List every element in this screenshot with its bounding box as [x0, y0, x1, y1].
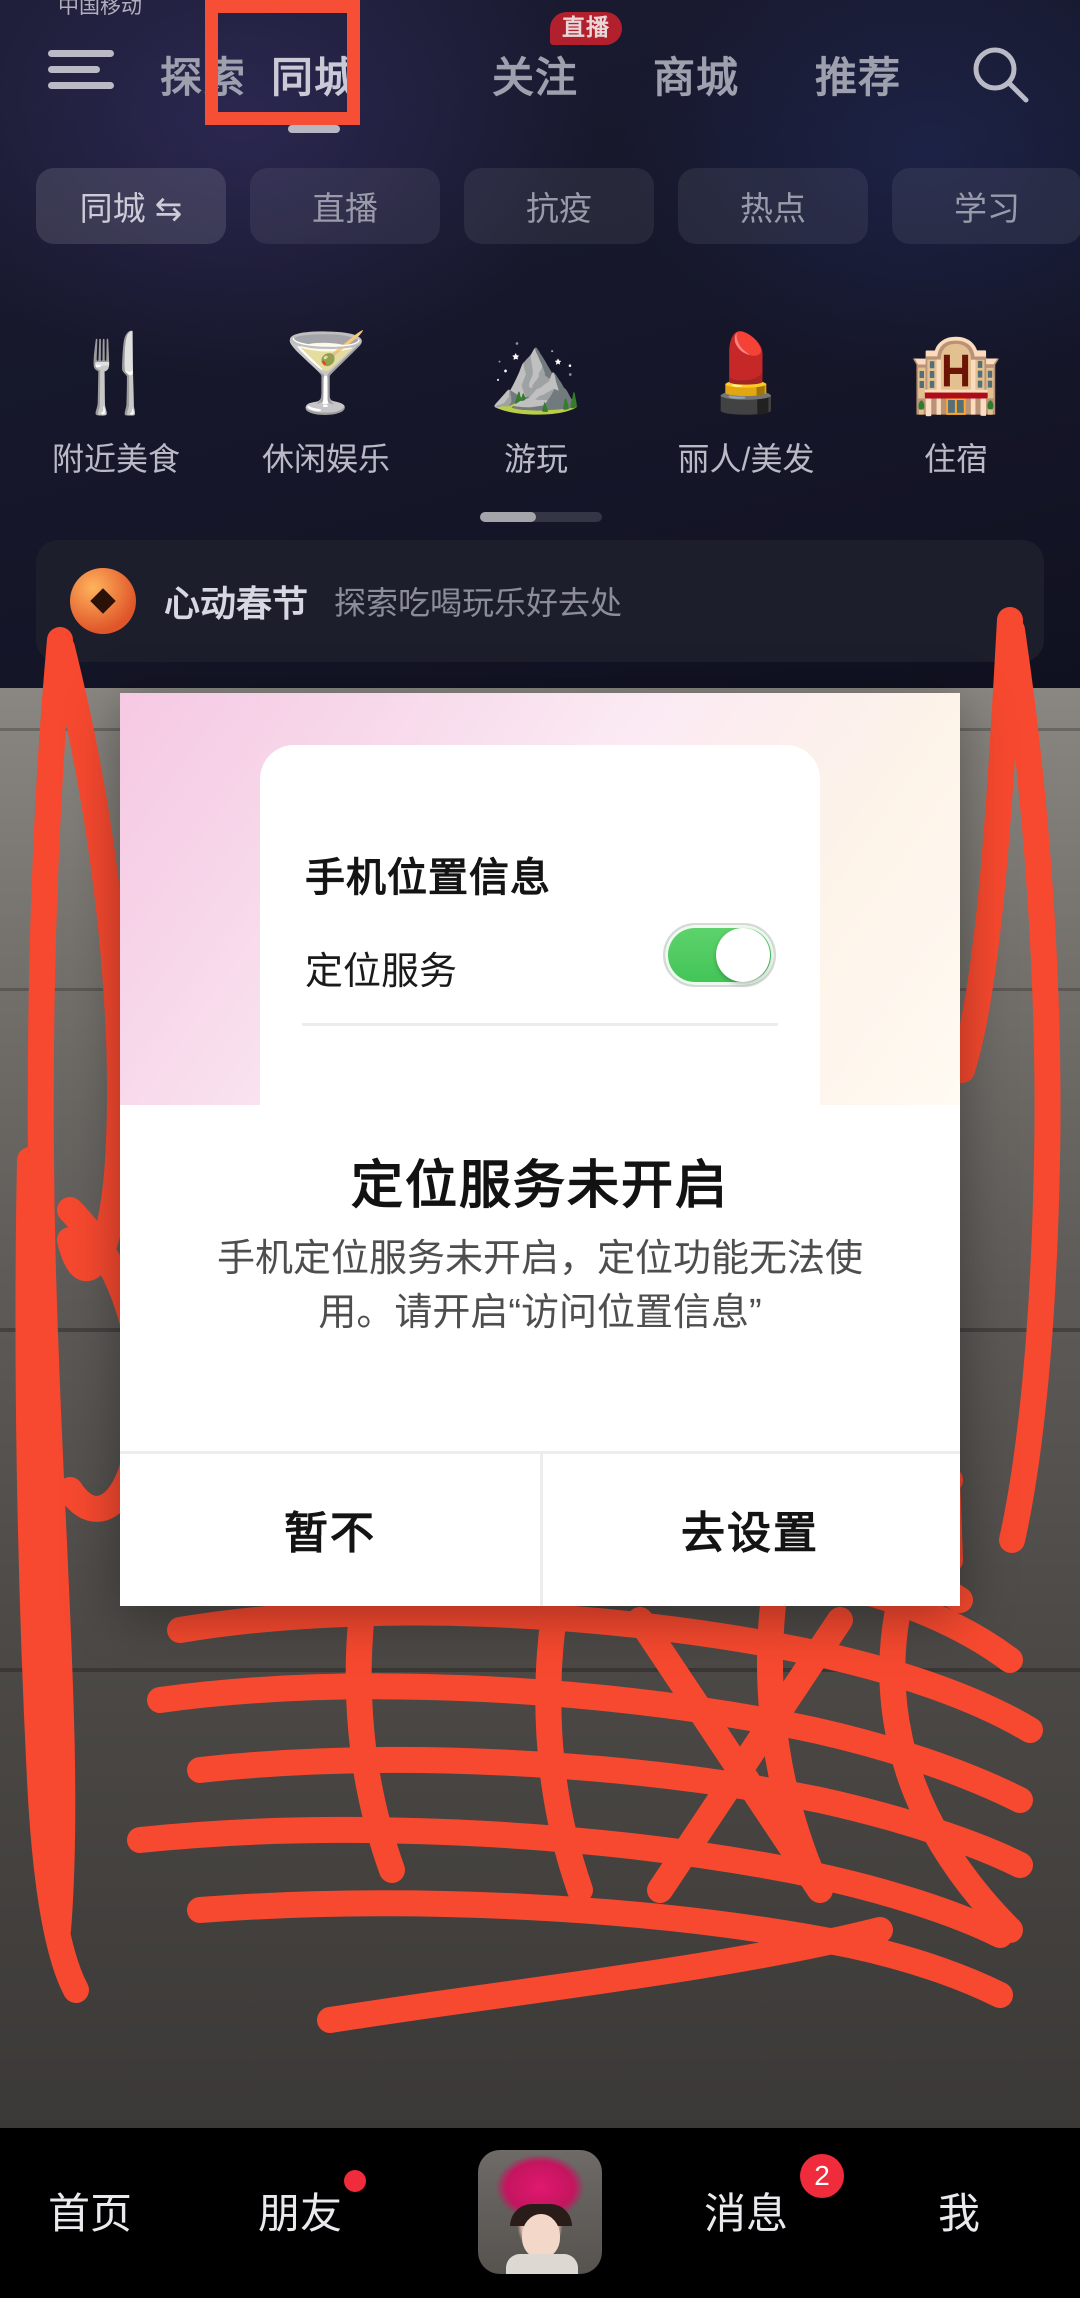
tongcheng-tab-highlight: [205, 0, 360, 125]
dialog-title: 定位服务未开启: [350, 1157, 729, 1215]
unread-count-badge: 2: [800, 2154, 845, 2198]
chip-label: 学习: [954, 190, 1020, 227]
service-hotel[interactable]: 🏨 住宿: [866, 320, 1046, 480]
carousel-page-indicator: [480, 512, 602, 522]
nav-tab-label: 关注: [492, 54, 579, 101]
toggle-knob: [716, 928, 770, 982]
lantern-icon: [70, 568, 136, 634]
hamburger-menu-icon[interactable]: [48, 50, 114, 92]
status-bar: 中国移动: [0, 0, 1080, 18]
chip-live[interactable]: 直播: [250, 168, 440, 244]
settings-preview-card: 手机位置信息 定位服务: [260, 745, 820, 1105]
bottom-nav-label: 我: [938, 2190, 981, 2237]
settings-card-heading: 手机位置信息: [305, 856, 551, 900]
service-label: 游玩: [503, 441, 568, 477]
dialog-message: 手机定位服务未开启，定位功能无法使用。请开启“访问位置信息”: [216, 1238, 863, 1334]
category-chip-row[interactable]: 同城 ⇆ 直播 抗疫 热点 学习: [0, 168, 1080, 244]
settings-card-row-label: 定位服务: [305, 951, 458, 993]
avatar-body: [506, 2254, 578, 2274]
hotel-building-icon: 🏨: [908, 331, 1004, 416]
nav-tab-follow[interactable]: 关注 直播: [492, 12, 623, 105]
service-label: 休闲娱乐: [261, 441, 390, 477]
dismiss-button[interactable]: 暂不: [120, 1451, 540, 1606]
dismiss-button-label: 暂不: [284, 1508, 376, 1558]
promo-banner[interactable]: 心动春节 探索吃喝玩乐好去处: [36, 540, 1044, 662]
beauty-mirror-icon: 💄: [698, 331, 794, 416]
nav-tab-recommend[interactable]: 推荐: [815, 44, 901, 105]
service-label: 丽人/美发: [677, 441, 815, 477]
chip-label: 直播: [312, 190, 378, 227]
cocktail-icon: 🍸: [278, 331, 374, 416]
service-leisure[interactable]: 🍸 休闲娱乐: [236, 320, 416, 480]
promo-title: 心动春节: [164, 583, 309, 624]
nav-tab-label: 推荐: [815, 54, 902, 101]
dialog-illustration-header: 手机位置信息 定位服务: [120, 693, 960, 1105]
service-shortcut-row: 🍴 附近美食 🍸 休闲娱乐 ⛰️ 游玩 💄 丽人/美发 🏨 住宿: [0, 320, 1080, 522]
bottom-nav-messages[interactable]: 消息 2: [704, 2154, 845, 2241]
bottom-nav-label: 朋友: [258, 2190, 343, 2237]
service-label: 住宿: [923, 441, 988, 477]
chip-study[interactable]: 学习: [892, 168, 1080, 244]
service-label: 附近美食: [51, 441, 180, 477]
service-travel[interactable]: ⛰️ 游玩: [446, 320, 626, 480]
mountains-icon: ⛰️: [488, 331, 584, 416]
fork-spoon-icon: 🍴: [68, 331, 164, 416]
notification-dot: [344, 2170, 367, 2192]
chip-epidemic[interactable]: 抗疫: [464, 168, 654, 244]
avatar-face: [522, 2214, 560, 2258]
location-permission-dialog: 手机位置信息 定位服务 定位服务未开启 手机定位服务未开启，定位功能无法使用。请…: [120, 693, 960, 1606]
app-top-section: 中国移动 探索 同城 关注 直播 商城 推荐 同城 ⇆ 直播 抗疫 热点 学习 …: [0, 0, 1080, 688]
service-nearby-food[interactable]: 🍴 附近美食: [26, 320, 206, 480]
search-icon[interactable]: [968, 42, 1032, 106]
chip-label: 同城 ⇆: [79, 190, 183, 227]
chip-label: 抗疫: [526, 190, 592, 227]
bottom-navigation-bar: 首页 朋友 消息 2 我: [0, 2128, 1080, 2298]
chip-label: 热点: [740, 190, 806, 227]
bottom-nav-label: 消息: [704, 2190, 789, 2237]
active-tab-underline: [288, 125, 340, 133]
go-settings-button[interactable]: 去设置: [540, 1451, 960, 1606]
bottom-nav-avatar[interactable]: [478, 2150, 602, 2274]
promo-subtitle: 探索吃喝玩乐好去处: [334, 585, 623, 621]
nav-tab-mall[interactable]: 商城: [653, 44, 739, 105]
go-settings-button-label: 去设置: [681, 1508, 819, 1558]
bottom-nav-home[interactable]: 首页: [48, 2180, 132, 2241]
top-nav-bar: 探索 同城 关注 直播 商城 推荐: [0, 12, 1080, 133]
chip-hotspot[interactable]: 热点: [678, 168, 868, 244]
nav-tab-label: 商城: [653, 54, 740, 101]
service-beauty[interactable]: 💄 丽人/美发: [656, 320, 836, 480]
bottom-nav-friends[interactable]: 朋友: [258, 2170, 367, 2241]
settings-card-divider: [302, 1023, 778, 1026]
chip-tongcheng[interactable]: 同城 ⇆: [36, 168, 226, 244]
live-badge: 直播: [550, 12, 623, 45]
location-service-toggle[interactable]: [663, 923, 776, 987]
status-bar-carrier: 中国移动: [58, 0, 142, 18]
bottom-nav-profile[interactable]: 我: [938, 2180, 980, 2241]
bottom-nav-label: 首页: [48, 2190, 133, 2237]
